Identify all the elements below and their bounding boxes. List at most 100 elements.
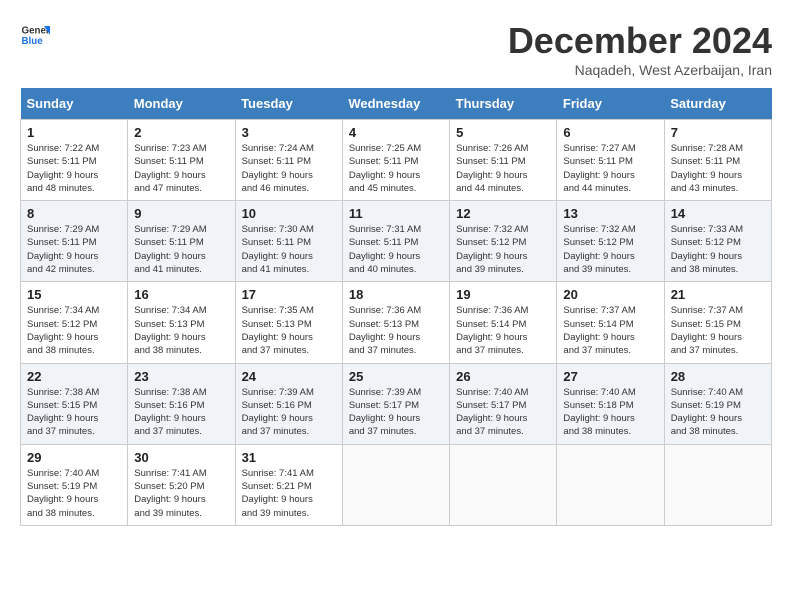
week-row-1: 1 Sunrise: 7:22 AM Sunset: 5:11 PM Daylig…	[21, 120, 772, 201]
calendar-cell: 7 Sunrise: 7:28 AM Sunset: 5:11 PM Daylig…	[664, 120, 771, 201]
week-row-5: 29 Sunrise: 7:40 AM Sunset: 5:19 PM Dayli…	[21, 444, 772, 525]
day-info: Sunrise: 7:37 AM Sunset: 5:14 PM Dayligh…	[563, 304, 657, 357]
week-row-4: 22 Sunrise: 7:38 AM Sunset: 5:15 PM Dayli…	[21, 363, 772, 444]
day-number: 22	[27, 369, 121, 384]
day-info: Sunrise: 7:36 AM Sunset: 5:14 PM Dayligh…	[456, 304, 550, 357]
day-info: Sunrise: 7:35 AM Sunset: 5:13 PM Dayligh…	[242, 304, 336, 357]
calendar-cell: 10 Sunrise: 7:30 AM Sunset: 5:11 PM Dayli…	[235, 201, 342, 282]
month-title: December 2024	[508, 20, 772, 62]
day-info: Sunrise: 7:29 AM Sunset: 5:11 PM Dayligh…	[27, 223, 121, 276]
calendar-cell: 4 Sunrise: 7:25 AM Sunset: 5:11 PM Daylig…	[342, 120, 449, 201]
day-info: Sunrise: 7:23 AM Sunset: 5:11 PM Dayligh…	[134, 142, 228, 195]
calendar-cell: 28Sunrise: 7:40 AM Sunset: 5:19 PM Dayli…	[664, 363, 771, 444]
calendar-cell: 22 Sunrise: 7:38 AM Sunset: 5:15 PM Dayli…	[21, 363, 128, 444]
day-number: 31	[242, 450, 336, 465]
day-number: 5	[456, 125, 550, 140]
calendar-cell	[342, 444, 449, 525]
day-info: Sunrise: 7:26 AM Sunset: 5:11 PM Dayligh…	[456, 142, 550, 195]
day-number: 9	[134, 206, 228, 221]
calendar-cell: 13 Sunrise: 7:32 AM Sunset: 5:12 PM Dayli…	[557, 201, 664, 282]
day-number: 10	[242, 206, 336, 221]
calendar-cell	[664, 444, 771, 525]
calendar-cell: 16Sunrise: 7:34 AM Sunset: 5:13 PM Dayli…	[128, 282, 235, 363]
day-info: Sunrise: 7:40 AM Sunset: 5:17 PM Dayligh…	[456, 386, 550, 439]
calendar-cell: 11Sunrise: 7:31 AM Sunset: 5:11 PM Dayli…	[342, 201, 449, 282]
calendar-cell: 6 Sunrise: 7:27 AM Sunset: 5:11 PM Daylig…	[557, 120, 664, 201]
calendar-table: SundayMondayTuesdayWednesdayThursdayFrid…	[20, 88, 772, 526]
calendar-cell: 17 Sunrise: 7:35 AM Sunset: 5:13 PM Dayli…	[235, 282, 342, 363]
calendar-cell	[557, 444, 664, 525]
day-info: Sunrise: 7:25 AM Sunset: 5:11 PM Dayligh…	[349, 142, 443, 195]
day-info: Sunrise: 7:36 AM Sunset: 5:13 PM Dayligh…	[349, 304, 443, 357]
day-info: Sunrise: 7:32 AM Sunset: 5:12 PM Dayligh…	[456, 223, 550, 276]
day-number: 20	[563, 287, 657, 302]
day-number: 1	[27, 125, 121, 140]
calendar-cell: 25 Sunrise: 7:39 AM Sunset: 5:17 PM Dayli…	[342, 363, 449, 444]
day-info: Sunrise: 7:38 AM Sunset: 5:15 PM Dayligh…	[27, 386, 121, 439]
day-info: Sunrise: 7:37 AM Sunset: 5:15 PM Dayligh…	[671, 304, 765, 357]
day-info: Sunrise: 7:33 AM Sunset: 5:12 PM Dayligh…	[671, 223, 765, 276]
day-number: 25	[349, 369, 443, 384]
day-info: Sunrise: 7:34 AM Sunset: 5:13 PM Dayligh…	[134, 304, 228, 357]
day-number: 18	[349, 287, 443, 302]
day-info: Sunrise: 7:27 AM Sunset: 5:11 PM Dayligh…	[563, 142, 657, 195]
day-info: Sunrise: 7:38 AM Sunset: 5:16 PM Dayligh…	[134, 386, 228, 439]
calendar-cell: 2Sunrise: 7:23 AM Sunset: 5:11 PM Daylig…	[128, 120, 235, 201]
day-info: Sunrise: 7:28 AM Sunset: 5:11 PM Dayligh…	[671, 142, 765, 195]
calendar-cell: 5 Sunrise: 7:26 AM Sunset: 5:11 PM Daylig…	[450, 120, 557, 201]
weekday-header-tuesday: Tuesday	[235, 88, 342, 120]
day-number: 8	[27, 206, 121, 221]
calendar-cell: 1 Sunrise: 7:22 AM Sunset: 5:11 PM Daylig…	[21, 120, 128, 201]
week-row-3: 15Sunrise: 7:34 AM Sunset: 5:12 PM Dayli…	[21, 282, 772, 363]
day-number: 6	[563, 125, 657, 140]
day-number: 28	[671, 369, 765, 384]
day-info: Sunrise: 7:40 AM Sunset: 5:19 PM Dayligh…	[27, 467, 121, 520]
calendar-cell: 3Sunrise: 7:24 AM Sunset: 5:11 PM Daylig…	[235, 120, 342, 201]
location-subtitle: Naqadeh, West Azerbaijan, Iran	[508, 62, 772, 78]
day-number: 29	[27, 450, 121, 465]
day-number: 12	[456, 206, 550, 221]
day-info: Sunrise: 7:40 AM Sunset: 5:18 PM Dayligh…	[563, 386, 657, 439]
day-number: 17	[242, 287, 336, 302]
day-info: Sunrise: 7:22 AM Sunset: 5:11 PM Dayligh…	[27, 142, 121, 195]
calendar-cell: 8 Sunrise: 7:29 AM Sunset: 5:11 PM Daylig…	[21, 201, 128, 282]
day-info: Sunrise: 7:34 AM Sunset: 5:12 PM Dayligh…	[27, 304, 121, 357]
calendar-cell: 15Sunrise: 7:34 AM Sunset: 5:12 PM Dayli…	[21, 282, 128, 363]
title-area: December 2024 Naqadeh, West Azerbaijan, …	[508, 20, 772, 78]
day-number: 30	[134, 450, 228, 465]
day-info: Sunrise: 7:30 AM Sunset: 5:11 PM Dayligh…	[242, 223, 336, 276]
calendar-cell	[450, 444, 557, 525]
day-number: 23	[134, 369, 228, 384]
calendar-cell: 30 Sunrise: 7:41 AM Sunset: 5:20 PM Dayli…	[128, 444, 235, 525]
calendar-cell: 18 Sunrise: 7:36 AM Sunset: 5:13 PM Dayli…	[342, 282, 449, 363]
logo: General Blue	[20, 20, 50, 50]
day-number: 13	[563, 206, 657, 221]
calendar-cell: 24 Sunrise: 7:39 AM Sunset: 5:16 PM Dayli…	[235, 363, 342, 444]
day-number: 3	[242, 125, 336, 140]
weekday-header-monday: Monday	[128, 88, 235, 120]
calendar-cell: 20 Sunrise: 7:37 AM Sunset: 5:14 PM Dayli…	[557, 282, 664, 363]
day-info: Sunrise: 7:32 AM Sunset: 5:12 PM Dayligh…	[563, 223, 657, 276]
day-info: Sunrise: 7:39 AM Sunset: 5:16 PM Dayligh…	[242, 386, 336, 439]
day-info: Sunrise: 7:41 AM Sunset: 5:20 PM Dayligh…	[134, 467, 228, 520]
day-number: 7	[671, 125, 765, 140]
weekday-header-row: SundayMondayTuesdayWednesdayThursdayFrid…	[21, 88, 772, 120]
calendar-cell: 26 Sunrise: 7:40 AM Sunset: 5:17 PM Dayli…	[450, 363, 557, 444]
day-info: Sunrise: 7:39 AM Sunset: 5:17 PM Dayligh…	[349, 386, 443, 439]
day-number: 24	[242, 369, 336, 384]
page-header: General Blue December 2024 Naqadeh, West…	[20, 20, 772, 78]
calendar-cell: 29 Sunrise: 7:40 AM Sunset: 5:19 PM Dayli…	[21, 444, 128, 525]
calendar-cell: 12 Sunrise: 7:32 AM Sunset: 5:12 PM Dayli…	[450, 201, 557, 282]
weekday-header-friday: Friday	[557, 88, 664, 120]
day-info: Sunrise: 7:41 AM Sunset: 5:21 PM Dayligh…	[242, 467, 336, 520]
calendar-cell: 31 Sunrise: 7:41 AM Sunset: 5:21 PM Dayli…	[235, 444, 342, 525]
logo-icon: General Blue	[20, 20, 50, 50]
calendar-cell: 21Sunrise: 7:37 AM Sunset: 5:15 PM Dayli…	[664, 282, 771, 363]
day-info: Sunrise: 7:31 AM Sunset: 5:11 PM Dayligh…	[349, 223, 443, 276]
day-info: Sunrise: 7:29 AM Sunset: 5:11 PM Dayligh…	[134, 223, 228, 276]
day-number: 4	[349, 125, 443, 140]
day-number: 26	[456, 369, 550, 384]
day-number: 19	[456, 287, 550, 302]
calendar-cell: 14Sunrise: 7:33 AM Sunset: 5:12 PM Dayli…	[664, 201, 771, 282]
weekday-header-wednesday: Wednesday	[342, 88, 449, 120]
